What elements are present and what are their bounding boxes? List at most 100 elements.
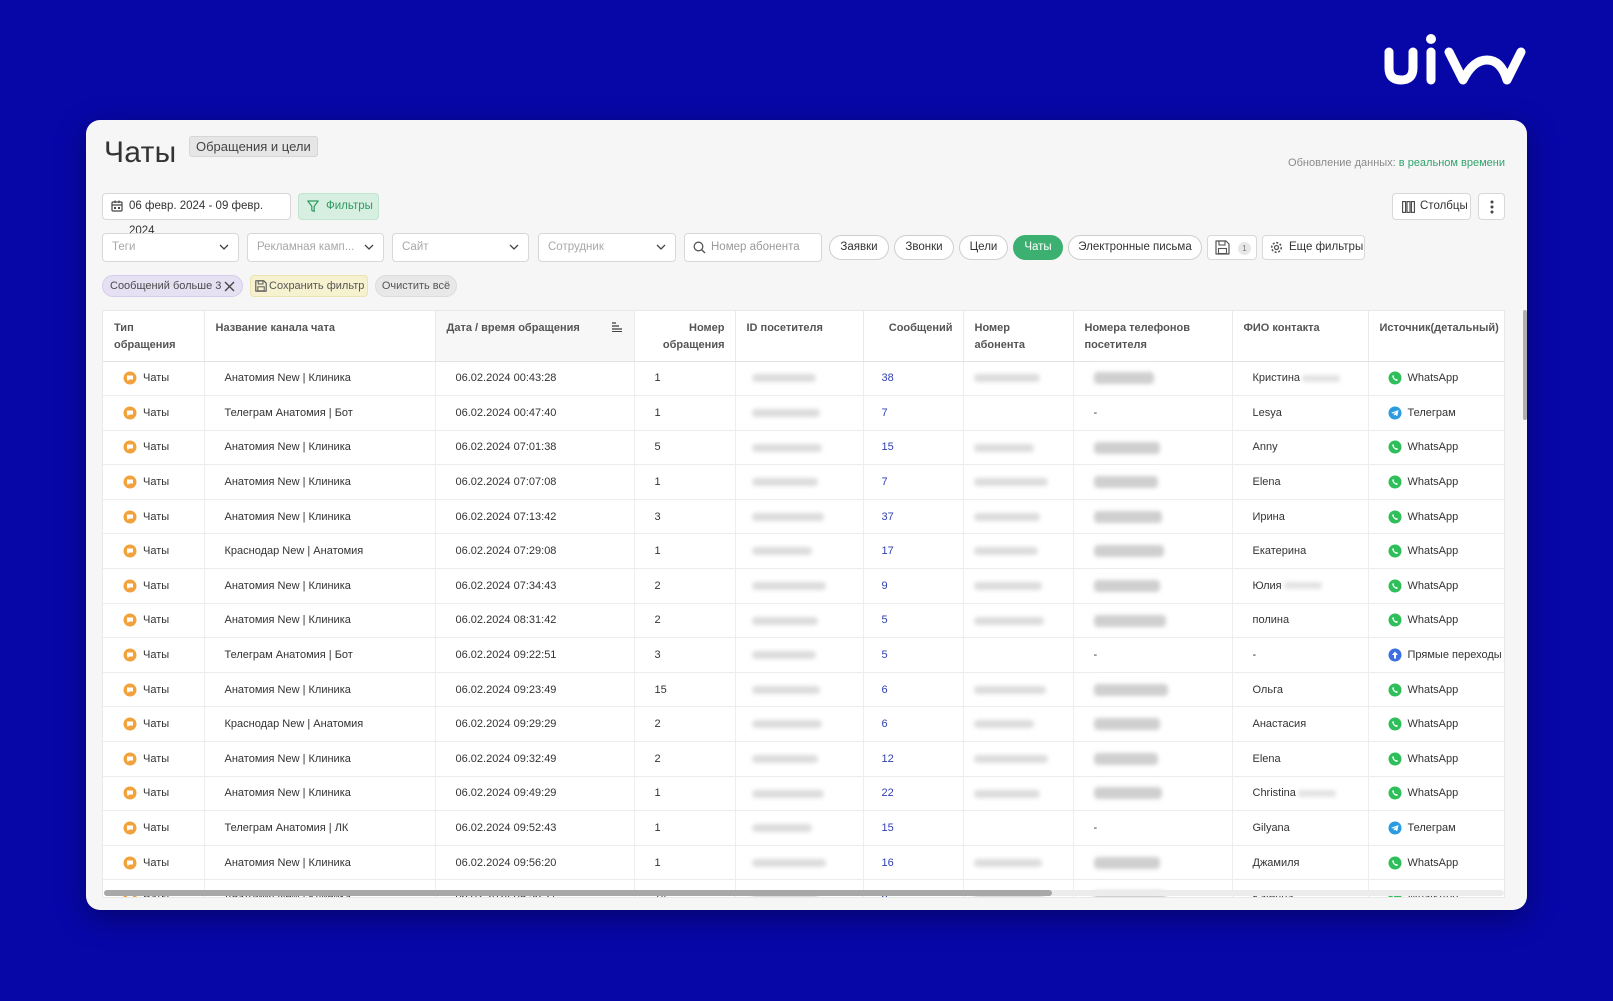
cell-contact-name[interactable]: полина [1232,603,1369,639]
save-filter-button[interactable]: Сохранить фильтр [250,275,368,297]
cell-messages[interactable]: 12 [863,741,964,777]
cell-contact-name[interactable]: Ирина [1232,499,1369,535]
cell-messages[interactable]: 7 [863,395,964,431]
cell-visitor-phones: - [1073,395,1233,431]
cell-contact-name[interactable]: Екатерина [1232,533,1369,570]
cell-channel: Телеграм Анатомия | Бот [204,637,436,673]
col-header-request-number[interactable]: Номер обращения [634,311,736,362]
type-pill-requests[interactable]: Заявки [829,235,889,260]
cell-datetime: 06.02.2024 07:34:43 [435,568,635,604]
saved-filters-button[interactable]: 1 [1207,235,1257,260]
tags-select[interactable]: Теги [102,233,239,262]
cell-messages[interactable]: 5 [863,603,964,639]
cell-messages[interactable]: 6 [863,672,964,708]
sort-descending-icon[interactable] [611,322,623,332]
filters-button[interactable]: Фильтры [298,193,379,220]
cell-messages[interactable]: 17 [863,533,964,570]
col-header-source[interactable]: Источник(детальный) [1368,311,1504,362]
table-row[interactable]: Чаты Краснодар New | Анатомия 06.02.2024 0… [103,533,1504,570]
more-filters-button[interactable]: Еще фильтры [1262,235,1365,260]
cell-visitor-phones [1073,706,1233,743]
clear-all-button[interactable]: Очистить всё [375,275,457,297]
col-header-contact-name[interactable]: ФИО контакта [1232,311,1369,362]
col-header-visitor-phones[interactable]: Номера телефонов посетителя [1073,311,1233,362]
site-select[interactable]: Сайт [392,233,529,262]
cell-contact-name[interactable]: Christina [1232,776,1369,812]
cell-visitor-id [735,845,864,881]
cell-contact-name[interactable]: Ольга [1232,672,1369,708]
cell-messages[interactable]: 7 [863,464,964,500]
table-row[interactable]: Чаты Анатомия New | Клиника06.02.2024 09:… [103,845,1504,881]
cell-messages[interactable]: 15 [863,430,964,466]
horizontal-scrollbar[interactable] [104,890,1504,896]
cell-request-number: 1 [634,776,736,812]
table-row[interactable]: Чаты Анатомия New | Клиника 06.02.2024 07:… [103,568,1504,604]
report-badge[interactable]: Обращения и цели [189,136,318,157]
cell-messages[interactable]: 9 [863,568,964,604]
update-value[interactable]: в реальном времени [1399,157,1505,169]
cell-datetime: 06.02.2024 00:47:40 [435,395,635,431]
col-header-messages[interactable]: Сообщений [863,311,964,362]
cell-messages[interactable]: 15 [863,810,964,846]
col-header-visitor-id[interactable]: ID посетителя [735,311,864,362]
cell-messages[interactable]: 37 [863,499,964,535]
cell-request-number: 2 [634,568,736,604]
table-row[interactable]: Чаты Телеграм Анатомия | Бот 06.02.2024 00… [103,395,1504,431]
close-icon[interactable] [224,281,235,292]
col-header-datetime[interactable]: Дата / время обращения [435,311,635,362]
active-filter-chip[interactable]: Сообщений больше 3 [102,275,243,297]
type-pill-calls[interactable]: Звонки [894,235,954,260]
table-row[interactable]: Чаты Телеграм Анатомия | ЛК 06.02.2024 09:… [103,810,1504,846]
cell-contact-name[interactable]: Anny [1232,430,1369,466]
table-row[interactable]: Чаты Анатомия New | Клиника 06.02.2024 07:… [103,464,1504,500]
subscriber-search-input[interactable]: Номер абонента [684,233,822,262]
vertical-scroll-thumb[interactable] [1523,310,1527,420]
table-row[interactable]: Чаты Краснодар New | Анатомия 06.02.2024 0… [103,706,1504,743]
chat-bubble-icon [123,544,137,558]
cell-type-label: Чаты [143,372,170,385]
campaign-select[interactable]: Рекламная камп... [247,233,384,262]
cell-messages[interactable]: 5 [863,637,964,673]
cell-messages[interactable]: 38 [863,361,964,397]
redacted-visitor-id [751,754,818,763]
chat-bubble-icon [123,475,137,489]
cell-messages[interactable]: 6 [863,706,964,743]
horizontal-scroll-thumb[interactable] [104,890,1052,896]
table-row[interactable]: Чаты Анатомия New | Клиника06.02.2024 09:… [103,741,1504,777]
col-header-type[interactable]: Тип обращения [103,311,205,362]
table-row[interactable]: Чаты Анатомия New | Клиника06.02.2024 09:… [103,672,1504,708]
cell-type-label: Чаты [143,821,170,834]
vertical-scrollbar[interactable] [1521,310,1527,610]
cell-contact-name[interactable]: Elena [1232,741,1369,777]
cell-contact-name[interactable]: - [1232,637,1369,673]
cell-contact-name[interactable]: Elena [1232,464,1369,500]
col-header-channel[interactable]: Название канала чата [204,311,436,362]
col-header-subscriber-number[interactable]: Номер абонента [963,311,1074,362]
cell-messages[interactable]: 22 [863,776,964,812]
cell-subscriber-number [963,533,1074,570]
date-range-picker[interactable]: 06 февр. 2024 - 09 февр. 2024 [102,193,291,237]
type-pill-chats[interactable]: Чаты [1013,235,1063,260]
table-row[interactable]: Чаты Анатомия New | Клиника 06.02.2024 07:… [103,430,1504,466]
columns-button[interactable]: Столбцы [1392,193,1471,220]
cell-type-label: Чаты [143,856,170,869]
table-row[interactable]: Чаты Анатомия New | Клиника 06.02.2024 07:… [103,499,1504,535]
whatsapp-icon [1388,786,1401,800]
redacted-visitor-phones [1093,718,1160,731]
cell-contact-name[interactable]: Джамиля [1232,845,1369,881]
cell-contact-name[interactable]: Lesya [1232,395,1369,431]
type-pill-goals[interactable]: Цели [959,235,1008,260]
table-row[interactable]: Чаты Анатомия New | Клиника06.02.2024 09:… [103,776,1504,812]
table-row[interactable]: Чаты Анатомия New | Клиника 06.02.2024 00:… [103,361,1504,397]
cell-contact-name[interactable]: Gilyana [1232,810,1369,846]
gear-icon [1270,241,1283,254]
table-row[interactable]: Чаты Анатомия New | Клиника 06.02.2024 08:… [103,603,1504,639]
cell-contact-name[interactable]: Анастасия [1232,706,1369,743]
cell-contact-name[interactable]: Кристина [1232,361,1369,397]
employee-select[interactable]: Сотрудник [538,233,676,262]
cell-messages[interactable]: 16 [863,845,964,881]
table-row[interactable]: Чаты Телеграм Анатомия | Бот 06.02.2024 09… [103,637,1504,673]
type-pill-emails[interactable]: Электронные письма [1068,235,1202,260]
more-menu-button[interactable] [1478,193,1505,220]
cell-contact-name[interactable]: Юлия [1232,568,1369,604]
